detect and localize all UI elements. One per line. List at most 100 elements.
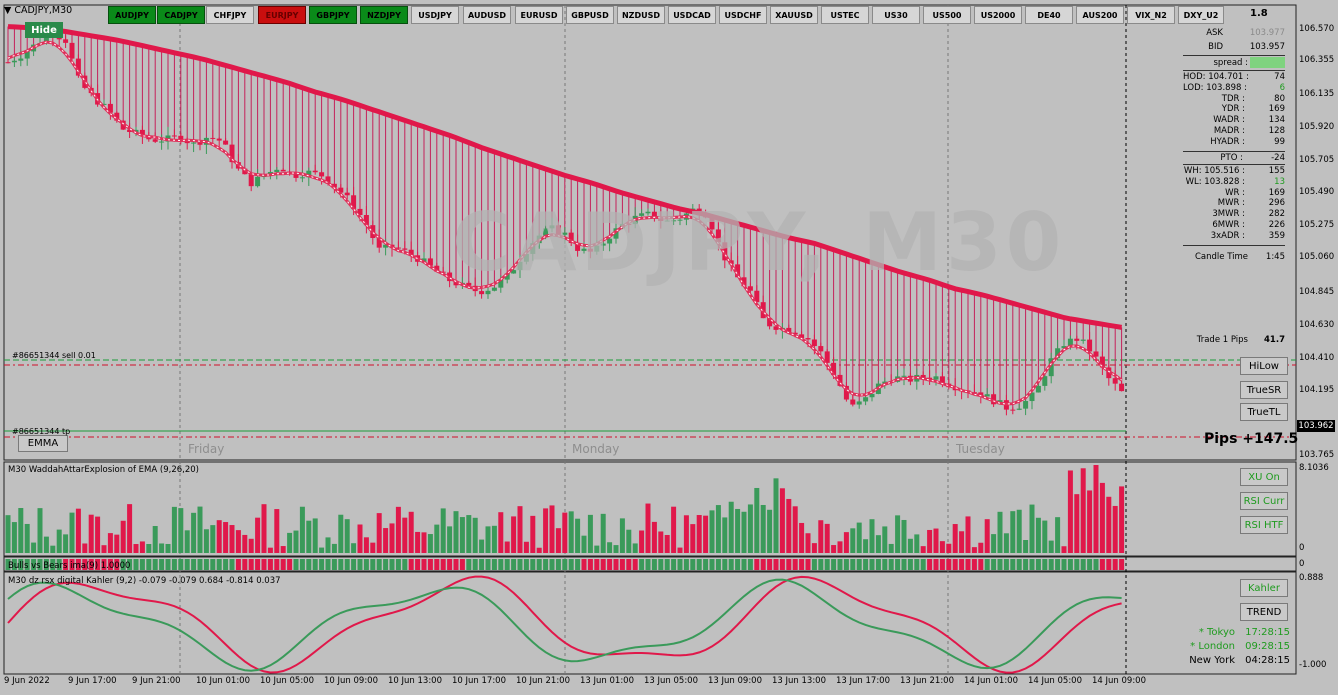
bulls-bears-cell bbox=[632, 559, 638, 570]
bulls-bears-cell bbox=[191, 559, 197, 570]
bulls-bears-cell bbox=[459, 559, 465, 570]
kahler-button[interactable]: Kahler bbox=[1240, 579, 1288, 597]
separator bbox=[1183, 70, 1285, 71]
candle-body bbox=[818, 346, 824, 352]
waddah-bar bbox=[376, 513, 382, 553]
symbol-button-xauusd[interactable]: XAUUSD bbox=[770, 6, 818, 24]
waddah-bar bbox=[703, 515, 709, 553]
waddah-bar bbox=[786, 498, 792, 553]
kahler-axis-top: 0.888 bbox=[1299, 573, 1324, 583]
bulls-bears-cell bbox=[351, 559, 357, 570]
symbol-button-us30[interactable]: US30 bbox=[872, 6, 920, 24]
candle-body bbox=[69, 42, 75, 59]
waddah-axis-zero: 0 bbox=[1299, 543, 1305, 553]
candle-body bbox=[299, 177, 305, 179]
info-row-value: 169 bbox=[1268, 104, 1285, 115]
bulls-bears-cell bbox=[447, 559, 453, 570]
symbol-button-chfjpy[interactable]: CHFJPY bbox=[206, 6, 254, 24]
candle-body bbox=[402, 248, 408, 250]
symbol-button-gbpusd[interactable]: GBPUSD bbox=[566, 6, 614, 24]
bulls-bears-cell bbox=[280, 559, 286, 570]
rsi-curr-button[interactable]: RSI Curr bbox=[1240, 492, 1288, 510]
symbol-button-audusd[interactable]: AUDUSD bbox=[463, 6, 511, 24]
emma-button[interactable]: EMMA bbox=[18, 435, 68, 452]
waddah-bar bbox=[555, 528, 561, 553]
waddah-bar bbox=[735, 508, 741, 553]
waddah-bar bbox=[843, 532, 849, 553]
bulls-bears-cell bbox=[504, 559, 510, 570]
chart-canvas[interactable] bbox=[0, 0, 1338, 695]
waddah-bar bbox=[920, 546, 926, 553]
tp-order-label[interactable]: #86651344 tp bbox=[12, 427, 70, 436]
waddah-bar bbox=[952, 524, 958, 553]
symbol-button-usdchf[interactable]: USDCHF bbox=[719, 6, 767, 24]
bulls-bears-cell bbox=[856, 559, 862, 570]
bulls-bears-cell bbox=[895, 559, 901, 570]
title-dropdown-icon[interactable]: ▼ bbox=[4, 5, 11, 16]
sell-order-label[interactable]: #86651344 sell 0.01 bbox=[12, 351, 96, 360]
hilow-button[interactable]: HiLow bbox=[1240, 357, 1288, 375]
bulls-bears-cell bbox=[376, 559, 382, 570]
candle-body bbox=[479, 291, 485, 295]
waddah-bar bbox=[43, 536, 49, 553]
bulls-bears-cell bbox=[152, 559, 158, 570]
bulls-bears-cell bbox=[683, 559, 689, 570]
symbol-button-aus200[interactable]: AUS200 bbox=[1076, 6, 1124, 24]
rsi-htf-button[interactable]: RSI HTF bbox=[1240, 516, 1288, 534]
waddah-bar bbox=[75, 508, 81, 553]
waddah-bar bbox=[1035, 517, 1041, 553]
symbol-button-eurjpy[interactable]: EURJPY bbox=[258, 6, 306, 24]
hide-button[interactable]: Hide bbox=[25, 22, 63, 38]
bulls-bears-cell bbox=[901, 559, 907, 570]
spread-header-value: 1.8 bbox=[1250, 8, 1268, 19]
candle-body bbox=[255, 176, 261, 187]
trend-button[interactable]: TREND bbox=[1240, 603, 1288, 621]
waddah-bar bbox=[626, 529, 632, 553]
symbol-button-audjpy[interactable]: AUDJPY bbox=[108, 6, 156, 24]
symbol-button-ustec[interactable]: USTEC bbox=[821, 6, 869, 24]
waddah-bar bbox=[274, 509, 280, 553]
waddah-bar bbox=[619, 518, 625, 553]
symbol-button-us2000[interactable]: US2000 bbox=[974, 6, 1022, 24]
waddah-bar bbox=[850, 528, 856, 553]
truetl-button[interactable]: TrueTL bbox=[1240, 403, 1288, 421]
info-row-value: 226 bbox=[1268, 220, 1285, 230]
bulls-bears-cell bbox=[530, 559, 536, 570]
symbol-button-dxyu2[interactable]: DXY_U2 bbox=[1178, 6, 1224, 24]
info-row-label: WL: 103.828 : bbox=[1185, 176, 1245, 187]
symbol-button-eurusd[interactable]: EURUSD bbox=[515, 6, 563, 24]
symbol-button-us500[interactable]: US500 bbox=[923, 6, 971, 24]
info-row-value: 6 bbox=[1279, 82, 1285, 93]
waddah-bar bbox=[613, 545, 619, 553]
bulls-bears-cell bbox=[363, 559, 369, 570]
waddah-bar bbox=[895, 515, 901, 553]
symbol-button-cadjpy[interactable]: CADJPY bbox=[157, 6, 205, 24]
bulls-bears-cell bbox=[971, 559, 977, 570]
candle-body bbox=[216, 138, 222, 141]
waddah-bar bbox=[1023, 540, 1029, 553]
symbol-button-usdjpy[interactable]: USDJPY bbox=[411, 6, 459, 24]
symbol-button-usdcad[interactable]: USDCAD bbox=[668, 6, 716, 24]
waddah-bar bbox=[261, 504, 267, 553]
waddah-bar bbox=[575, 518, 581, 553]
symbol-button-nzdusd[interactable]: NZDUSD bbox=[617, 6, 665, 24]
xu-on-button[interactable]: XU On bbox=[1240, 468, 1288, 486]
symbol-button-nzdjpy[interactable]: NZDJPY bbox=[360, 6, 408, 24]
symbol-button-de40[interactable]: DE40 bbox=[1025, 6, 1073, 24]
candle-body bbox=[197, 142, 203, 145]
bulls-bears-cell bbox=[927, 559, 933, 570]
bulls-bears-cell bbox=[427, 559, 433, 570]
symbol-button-vixn2[interactable]: VIX_N2 bbox=[1127, 6, 1175, 24]
bid-value: 103.957 bbox=[1249, 42, 1285, 52]
bulls-bears-cell bbox=[946, 559, 952, 570]
bulls-bears-cell bbox=[568, 559, 574, 570]
info-row-value: 134 bbox=[1268, 115, 1285, 126]
waddah-bar bbox=[210, 525, 216, 553]
bulls-bears-cell bbox=[933, 559, 939, 570]
symbol-button-gbpjpy[interactable]: GBPJPY bbox=[309, 6, 357, 24]
waddah-bar bbox=[664, 534, 670, 553]
candle-body bbox=[1042, 376, 1048, 386]
bulls-bears-cell bbox=[805, 559, 811, 570]
truesr-button[interactable]: TrueSR bbox=[1240, 381, 1288, 399]
time-axis-label: 14 Jun 05:00 bbox=[1028, 676, 1082, 686]
